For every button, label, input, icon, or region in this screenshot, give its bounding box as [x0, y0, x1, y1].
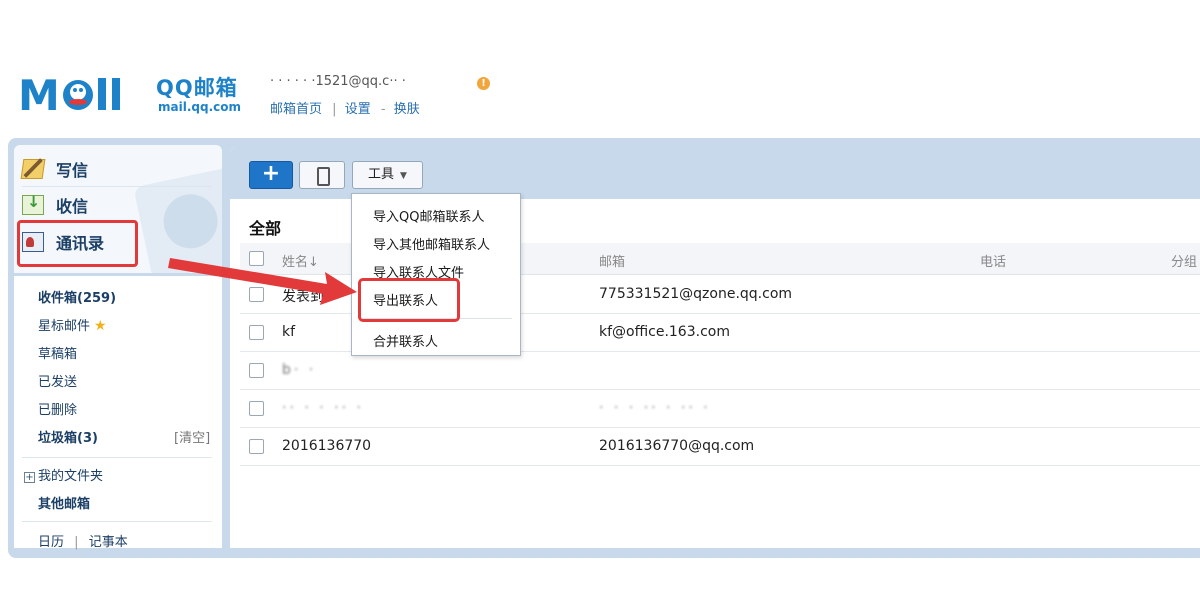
bottom-separator: |	[74, 535, 79, 550]
column-email[interactable]: 邮箱	[599, 251, 625, 270]
add-contact-button[interactable]: +	[249, 161, 293, 189]
product-name: QQ邮箱	[156, 76, 238, 100]
contacts-toolbar: + 工具 ▼	[230, 147, 1200, 199]
notes-link[interactable]: 记事本	[89, 535, 128, 550]
inbox-label: 收信	[56, 197, 89, 216]
bottom-links: 日历 | 记事本	[38, 531, 128, 550]
inbox-download-icon	[22, 192, 44, 215]
inbox-button[interactable]: 收信	[22, 191, 88, 219]
row-checkbox[interactable]	[249, 439, 264, 454]
write-button[interactable]: 写信	[20, 155, 89, 183]
column-group[interactable]: 分组	[1171, 251, 1197, 270]
tools-label: 工具	[368, 167, 395, 182]
chevron-down-icon: ▼	[400, 171, 407, 181]
table-row[interactable]: b· ·	[240, 352, 1200, 390]
select-all-checkbox[interactable]	[249, 251, 264, 266]
expand-toggle-icon[interactable]: +	[24, 472, 35, 483]
contact-name: kf	[282, 324, 296, 340]
folder-starred-label: 星标邮件	[38, 319, 91, 334]
mail-home-link[interactable]: 邮箱首页	[270, 102, 322, 117]
section-title: 全部	[249, 219, 282, 238]
contact-name: 发表到	[282, 289, 324, 305]
contact-name-obscured: ·· · · ·· ·	[282, 400, 364, 416]
contact-email: kf@office.163.com	[599, 324, 730, 340]
sidebar-divider	[22, 457, 212, 458]
product-domain: mail.qq.com	[158, 100, 241, 114]
table-row[interactable]: ·· · · ·· · · · · ·· · ·· ·	[240, 390, 1200, 428]
contact-email: 2016136770@qq.com	[599, 438, 755, 454]
sidebar-divider	[22, 521, 212, 522]
folder-sent[interactable]: 已发送	[38, 371, 77, 390]
folder-deleted[interactable]: 已删除	[38, 399, 77, 418]
account-email: · · · · · ·1521@qq.c·· ·	[270, 74, 406, 89]
my-folders[interactable]: + 我的文件夹	[24, 465, 103, 484]
folder-starred[interactable]: 星标邮件 ★	[38, 315, 107, 334]
qq-penguin-watermark	[133, 164, 222, 273]
table-row[interactable]: 2016136770 2016136770@qq.com	[240, 428, 1200, 466]
write-label: 写信	[56, 161, 89, 180]
header-links: 邮箱首页 | 设置 - 换肤	[270, 98, 422, 117]
folder-junk[interactable]: 垃圾箱(3)	[38, 427, 98, 446]
row-checkbox[interactable]	[249, 401, 264, 416]
other-mailboxes[interactable]: 其他邮箱	[38, 493, 90, 512]
tools-menu: 导入QQ邮箱联系人 导入其他邮箱联系人 导入联系人文件 导出联系人 合并联系人	[351, 193, 521, 356]
folder-drafts[interactable]: 草稿箱	[38, 343, 77, 362]
my-folders-label: 我的文件夹	[38, 469, 104, 484]
contact-email-obscured: · · · ·· · ·· ·	[599, 400, 711, 416]
mobile-sync-button[interactable]	[299, 161, 345, 189]
svg-text:M: M	[18, 71, 60, 116]
write-icon	[20, 159, 46, 179]
menu-import-qq-contacts[interactable]: 导入QQ邮箱联系人	[373, 206, 484, 225]
row-checkbox[interactable]	[249, 363, 264, 378]
contact-name-obscured: b· ·	[282, 362, 317, 378]
column-name[interactable]: 姓名↓	[282, 251, 319, 270]
contact-name: 2016136770	[282, 438, 372, 454]
folder-inbox[interactable]: 收件箱(259)	[38, 287, 116, 306]
contacts-highlight-annotation	[17, 220, 138, 267]
warning-dot-icon[interactable]: !	[477, 77, 490, 90]
header-separator: |	[332, 102, 337, 117]
row-checkbox[interactable]	[249, 287, 264, 302]
column-phone[interactable]: 电话	[980, 251, 1006, 270]
menu-import-other-contacts[interactable]: 导入其他邮箱联系人	[373, 234, 490, 253]
header-dash: -	[380, 102, 386, 117]
sidebar-divider	[22, 186, 212, 187]
clear-junk-link[interactable]: [清空]	[174, 427, 210, 446]
calendar-link[interactable]: 日历	[38, 535, 64, 550]
export-highlight-annotation	[358, 278, 460, 322]
page-header: M QQ邮箱 mail.qq.com · · · · · ·1521@qq.c·…	[0, 60, 1200, 130]
settings-link[interactable]: 设置	[345, 102, 371, 117]
menu-merge-contacts[interactable]: 合并联系人	[373, 331, 438, 350]
star-icon: ★	[94, 318, 107, 334]
tools-dropdown-button[interactable]: 工具 ▼	[352, 161, 423, 189]
contact-email: 775331521@qzone.qq.com	[599, 286, 793, 302]
skin-link[interactable]: 换肤	[394, 102, 420, 117]
row-checkbox[interactable]	[249, 325, 264, 340]
qq-mail-logo[interactable]: M	[18, 70, 150, 116]
